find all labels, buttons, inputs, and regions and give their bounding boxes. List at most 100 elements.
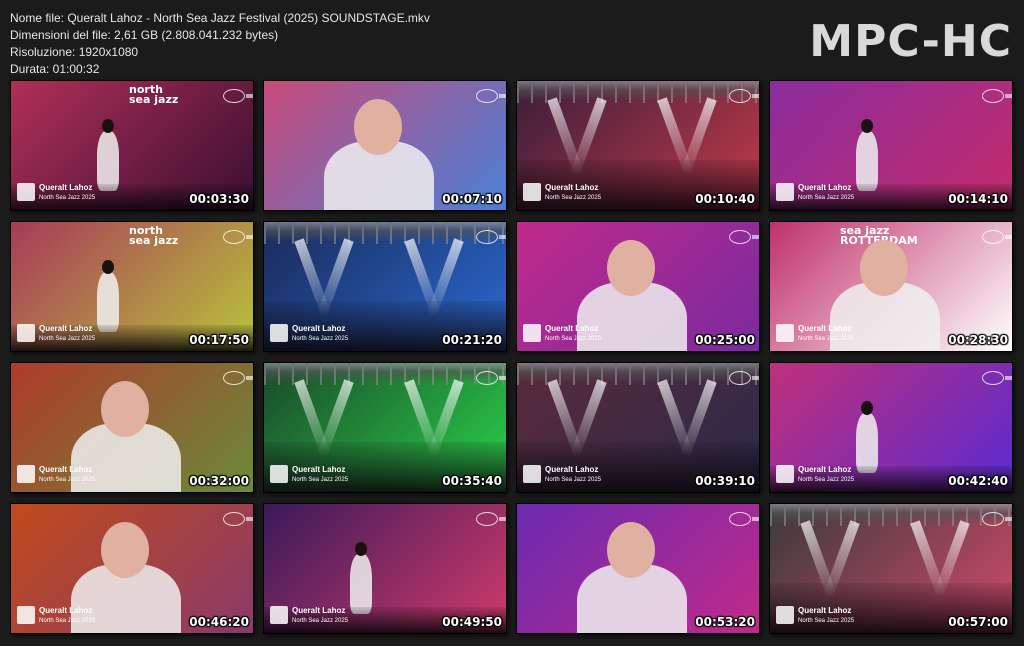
stage-sign: north sea jazz <box>129 83 179 106</box>
performer-head <box>102 119 114 133</box>
timestamp: 00:57:00 <box>948 615 1008 629</box>
lower-third-logo-icon <box>17 606 35 624</box>
video-thumbnail: Queralt Lahoz North Sea Jazz 2025 00:21:20 <box>263 221 507 352</box>
performer-head <box>355 542 367 556</box>
performer <box>856 413 878 473</box>
performer <box>856 131 878 191</box>
lower-third-name: Queralt Lahoz <box>798 183 852 192</box>
channel-logo-icon <box>729 89 759 103</box>
thumbnail-grid: north sea jazz Queralt Lahoz North Sea Jaz… <box>10 80 1016 634</box>
channel-logo-icon <box>729 371 759 385</box>
channel-logo-icon <box>476 371 506 385</box>
lower-third-event: North Sea Jazz 2025 <box>545 336 602 342</box>
app-brand: MPC-HC <box>809 16 1012 67</box>
video-thumbnail: Queralt Lahoz North Sea Jazz 2025 00:14:10 <box>769 80 1013 211</box>
channel-logo-icon <box>729 230 759 244</box>
video-thumbnail: Queralt Lahoz North Sea Jazz 2025 00:57:00 <box>769 503 1013 634</box>
timestamp: 00:49:50 <box>442 615 502 629</box>
performer-head <box>607 240 655 296</box>
lower-third-name: Queralt Lahoz <box>545 183 599 192</box>
channel-logo-icon <box>223 230 253 244</box>
lower-third-event: North Sea Jazz 2025 <box>39 195 96 201</box>
channel-logo-icon <box>476 89 506 103</box>
lower-third-event: North Sea Jazz 2025 <box>545 477 602 483</box>
timestamp: 00:28:30 <box>948 333 1008 347</box>
timestamp: 00:10:40 <box>695 192 755 206</box>
video-thumbnail: north sea jazz Queralt Lahoz North Sea Jaz… <box>10 221 254 352</box>
performer-head <box>861 119 873 133</box>
lower-third-name: Queralt Lahoz <box>292 606 346 615</box>
timestamp: 00:42:40 <box>948 474 1008 488</box>
lower-third-logo-icon <box>17 324 35 342</box>
thumbnail-sheet: Nome file: Queralt Lahoz - North Sea Jaz… <box>0 0 1024 646</box>
timestamp: 00:35:40 <box>442 474 502 488</box>
lower-third-name: Queralt Lahoz <box>39 465 93 474</box>
lower-third-logo-icon <box>523 465 541 483</box>
lower-third-event: North Sea Jazz 2025 <box>39 618 96 624</box>
lower-third-event: North Sea Jazz 2025 <box>292 477 349 483</box>
lower-third-logo-icon <box>270 606 288 624</box>
performer-head <box>102 260 114 274</box>
channel-logo-icon <box>982 512 1012 526</box>
video-thumbnail: Queralt Lahoz North Sea Jazz 2025 00:10:40 <box>516 80 760 211</box>
timestamp: 00:32:00 <box>189 474 249 488</box>
timestamp: 00:21:20 <box>442 333 502 347</box>
timestamp: 00:07:10 <box>442 192 502 206</box>
channel-logo-icon <box>982 371 1012 385</box>
lower-third-name: Queralt Lahoz <box>292 324 346 333</box>
channel-logo-icon <box>982 89 1012 103</box>
lower-third-event: North Sea Jazz 2025 <box>292 618 349 624</box>
lower-third-event: North Sea Jazz 2025 <box>798 618 855 624</box>
lower-third-name: Queralt Lahoz <box>545 465 599 474</box>
video-thumbnail: Queralt Lahoz North Sea Jazz 2025 00:32:00 <box>10 362 254 493</box>
performer-head <box>860 240 908 296</box>
lower-third-name: Queralt Lahoz <box>798 465 852 474</box>
lower-third-name: Queralt Lahoz <box>545 324 599 333</box>
performer-head <box>607 522 655 578</box>
performer <box>350 554 372 614</box>
video-thumbnail: Queralt Lahoz North Sea Jazz 2025 00:35:40 <box>263 362 507 493</box>
timestamp: 00:14:10 <box>948 192 1008 206</box>
lower-third-logo-icon <box>270 324 288 342</box>
performer-head <box>354 99 402 155</box>
lower-third-event: North Sea Jazz 2025 <box>39 336 96 342</box>
video-thumbnail: Queralt Lahoz North Sea Jazz 2025 00:49:50 <box>263 503 507 634</box>
lower-third-logo-icon <box>776 183 794 201</box>
performer <box>97 272 119 332</box>
lower-third-logo-icon <box>776 465 794 483</box>
video-thumbnail: Queralt Lahoz North Sea Jazz 2025 00:39:10 <box>516 362 760 493</box>
video-thumbnail: sea jazz ROTTERDAMQueralt LahozNorth Sea… <box>769 221 1013 352</box>
lower-third-event: North Sea Jazz 2025 <box>39 477 96 483</box>
video-thumbnail: north sea jazz Queralt Lahoz North Sea Jaz… <box>10 80 254 211</box>
file-info: Nome file: Queralt Lahoz - North Sea Jaz… <box>10 10 430 78</box>
timestamp: 00:46:20 <box>189 615 249 629</box>
lower-third-logo-icon <box>17 465 35 483</box>
performer-head <box>101 381 149 437</box>
stage-sign: north sea jazz <box>129 224 179 247</box>
timestamp: 00:17:50 <box>189 333 249 347</box>
channel-logo-icon <box>982 230 1012 244</box>
lower-third-logo-icon <box>776 606 794 624</box>
performer-head <box>861 401 873 415</box>
video-thumbnail: 00:07:10 <box>263 80 507 211</box>
lower-third-logo-icon <box>523 183 541 201</box>
lower-third-name: Queralt Lahoz <box>292 465 346 474</box>
file-size: Dimensioni del file: 2,61 GB (2.808.041.… <box>10 28 279 42</box>
timestamp: 00:53:20 <box>695 615 755 629</box>
lower-third-name: Queralt Lahoz <box>39 324 93 333</box>
lower-third-logo-icon <box>17 183 35 201</box>
file-duration: Durata: 01:00:32 <box>10 62 100 76</box>
channel-logo-icon <box>223 512 253 526</box>
lower-third-name: Queralt Lahoz <box>39 183 93 192</box>
timestamp: 00:25:00 <box>695 333 755 347</box>
performer-head <box>101 522 149 578</box>
lower-third-event: North Sea Jazz 2025 <box>798 195 855 201</box>
video-thumbnail: Queralt Lahoz North Sea Jazz 2025 00:25:00 <box>516 221 760 352</box>
lower-third-event: North Sea Jazz 2025 <box>545 195 602 201</box>
channel-logo-icon <box>223 371 253 385</box>
video-thumbnail: Queralt Lahoz North Sea Jazz 2025 00:46:20 <box>10 503 254 634</box>
lower-third-name: Queralt Lahoz <box>39 606 93 615</box>
lower-third-name: Queralt Lahoz <box>798 324 852 333</box>
file-resolution: Risoluzione: 1920x1080 <box>10 45 139 59</box>
lower-third-event: North Sea Jazz 2025 <box>292 336 349 342</box>
